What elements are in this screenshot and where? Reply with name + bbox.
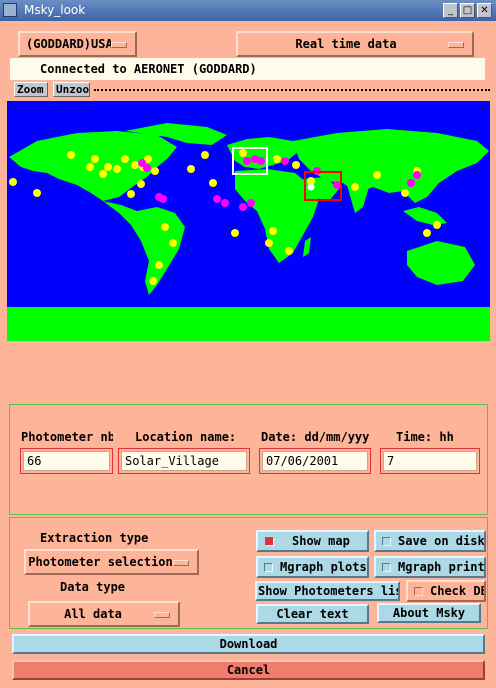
clear-text-label: Clear text — [276, 607, 349, 621]
show-photometers-list-button[interactable]: Show Photometers list — [255, 581, 400, 601]
dotted-separator — [94, 89, 490, 91]
dropdown-indicator-icon — [111, 42, 127, 48]
extraction-type-menu[interactable]: Photometer selection — [24, 549, 199, 575]
mode-menu[interactable]: Real time data — [236, 31, 474, 57]
maximize-button[interactable]: □ — [460, 3, 475, 18]
show-map-label: Show map — [292, 534, 350, 548]
title-bar[interactable]: Msky_look _ □ ✕ — [0, 0, 496, 21]
time-input[interactable] — [383, 451, 477, 471]
data-type-label: Data type — [60, 580, 126, 594]
extraction-type-label: Extraction type — [40, 531, 149, 545]
mgraph-prints-label: Mgraph prints — [398, 560, 486, 574]
cancel-label: Cancel — [226, 663, 271, 677]
cancel-button[interactable]: Cancel — [12, 660, 485, 680]
location-input[interactable] — [121, 451, 247, 471]
clear-text-button[interactable]: Clear text — [256, 604, 369, 624]
mgraph-prints-checkbox[interactable] — [382, 563, 391, 572]
window-title: Msky_look — [24, 3, 86, 17]
about-msky-label: About Msky — [392, 606, 466, 620]
data-type-menu[interactable]: All data — [28, 601, 180, 627]
photometer-input[interactable] — [23, 451, 110, 471]
close-button[interactable]: ✕ — [477, 3, 492, 18]
network-menu[interactable]: (GODDARD)USA — [18, 31, 137, 57]
check-db-toggle[interactable]: Check DB — [406, 580, 486, 602]
dropdown-indicator-icon — [448, 42, 464, 48]
dropdown-indicator-icon — [173, 560, 189, 566]
location-label: Location name: — [135, 430, 237, 444]
about-msky-button[interactable]: About Msky — [377, 603, 481, 623]
save-on-disk-checkbox[interactable] — [382, 537, 391, 546]
time-field[interactable] — [380, 448, 480, 474]
date-input[interactable] — [262, 451, 368, 471]
extraction-type-value: Photometer selection — [28, 555, 173, 569]
save-on-disk-label: Save on disk — [398, 534, 485, 548]
photometer-field[interactable] — [20, 448, 113, 474]
check-db-checkbox[interactable] — [414, 587, 423, 596]
time-label: Time: hh — [396, 430, 454, 444]
network-menu-label: (GODDARD)USA — [26, 37, 113, 51]
show-photometers-list-label: Show Photometers list — [258, 584, 400, 598]
data-type-value: All data — [64, 607, 122, 621]
zoom-button[interactable]: Zoom — [14, 82, 48, 97]
world-map[interactable] — [7, 101, 490, 341]
check-db-label: Check DB — [430, 584, 486, 598]
date-field[interactable] — [259, 448, 371, 474]
photometer-label: Photometer nb — [21, 430, 113, 444]
app-icon[interactable] — [3, 3, 17, 17]
selected-site-marker — [307, 183, 315, 191]
download-label: Download — [219, 637, 278, 651]
save-on-disk-toggle[interactable]: Save on disk — [374, 530, 486, 552]
date-label: Date: dd/mm/yyyy — [261, 430, 369, 444]
world-map-canvas[interactable] — [7, 101, 490, 341]
mgraph-plots-label: Mgraph plots — [280, 560, 367, 574]
connection-status: Connected to AERONET (GODDARD) — [10, 58, 485, 80]
mgraph-prints-toggle[interactable]: Mgraph prints — [374, 556, 486, 578]
mgraph-plots-toggle[interactable]: Mgraph plots — [256, 556, 369, 578]
unzoom-button[interactable]: Unzoom — [53, 82, 90, 97]
mode-menu-label: Real time data — [295, 37, 397, 51]
dropdown-indicator-icon — [154, 612, 170, 618]
minimize-button[interactable]: _ — [443, 3, 458, 18]
download-button[interactable]: Download — [12, 634, 485, 654]
location-field[interactable] — [118, 448, 250, 474]
show-map-toggle[interactable]: Show map — [256, 530, 369, 552]
mgraph-plots-checkbox[interactable] — [264, 563, 273, 572]
show-map-checkbox[interactable] — [265, 537, 274, 546]
